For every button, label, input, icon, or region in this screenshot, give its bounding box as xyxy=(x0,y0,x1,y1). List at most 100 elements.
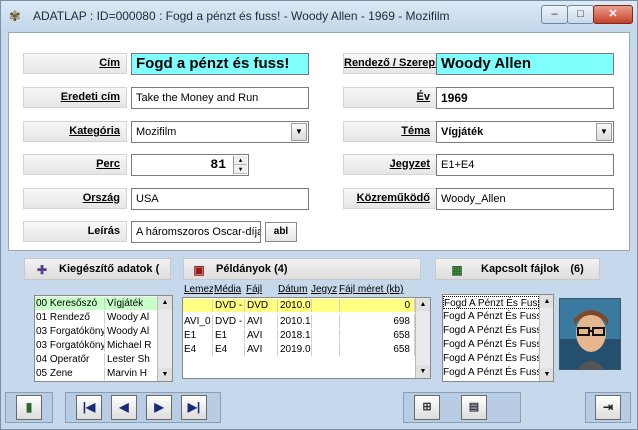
list-item[interactable]: 04 Operatőr Lester Sh xyxy=(35,353,158,366)
kategoria-label: Kategória xyxy=(23,121,127,142)
kiegeszito-header[interactable]: ✚ Kiegészítő adatok ( xyxy=(24,258,171,280)
scroll-down-icon[interactable]: ▼ xyxy=(158,368,172,381)
exit-icon[interactable]: ⇥ xyxy=(595,395,621,420)
scrollbar[interactable]: ▲ ▼ xyxy=(157,296,172,381)
list-item[interactable]: 01 Rendező Woody Al xyxy=(35,311,158,324)
abl-button[interactable]: abl xyxy=(265,222,297,242)
perc-stepper[interactable]: 81 ▲ ▼ xyxy=(131,154,249,176)
list-item-key: 04 Operatőr xyxy=(35,353,105,366)
scroll-down-icon[interactable]: ▼ xyxy=(540,368,553,381)
list-item[interactable]: Fogd A Pénzt És Fuss xyxy=(443,324,541,337)
last-record-icon[interactable]: ▶| xyxy=(181,395,207,420)
list-item[interactable]: Fogd A Pénzt És Fuss xyxy=(443,310,541,323)
list-item[interactable]: Fogd A Pénzt És Fuss xyxy=(443,296,542,309)
orszag-field[interactable]: USA xyxy=(131,188,309,210)
window-title: ADATLAP : ID=000080 : Fogd a pénzt és fu… xyxy=(33,9,450,23)
list-item[interactable]: Fogd A Pénzt És Fuss xyxy=(443,338,541,351)
kapcsolt-header[interactable]: ▦ Kapcsolt fájlok (6) xyxy=(435,258,600,280)
perc-label: Perc xyxy=(23,154,127,175)
cell-media: DVD - xyxy=(214,299,245,312)
kozremukodo-label: Közreműködő xyxy=(343,188,437,209)
kozremukodo-field[interactable]: Woody_Allen xyxy=(436,188,614,210)
thumbnail-image[interactable] xyxy=(559,298,621,370)
minimize-button[interactable]: – xyxy=(541,5,568,24)
table-row[interactable]: DVD - DVD 2010.0 0 xyxy=(183,299,415,312)
chevron-down-icon[interactable]: ▼ xyxy=(596,123,612,141)
list-item-value: Lester Sh xyxy=(106,353,158,366)
record-form: Cím Fogd a pénzt és fuss! Rendező / Szer… xyxy=(8,32,630,251)
list-item[interactable]: Fogd A Pénzt És Fuss xyxy=(443,366,541,379)
list-item-key: 03 Forgatókönyv xyxy=(36,325,105,338)
rendezo-field[interactable]: Woody Allen xyxy=(436,53,614,75)
film-icon: ▣ xyxy=(193,263,205,277)
perc-value: 81 xyxy=(210,157,226,172)
ev-field[interactable]: 1969 xyxy=(436,87,614,109)
col-jegyz[interactable]: Jegyz xyxy=(311,284,338,295)
peldanyok-table[interactable]: DVD - DVD 2010.0 0 AVI_0 DVD - AVI 2010.… xyxy=(182,297,431,379)
trash-icon[interactable]: ▮ xyxy=(16,395,42,420)
col-datum[interactable]: Dátum xyxy=(278,284,311,295)
list-item[interactable]: 05 Zene Marvin H xyxy=(35,367,158,380)
eredeti-cim-field[interactable]: Take the Money and Run xyxy=(131,87,309,109)
scroll-up-icon[interactable]: ▲ xyxy=(158,296,172,309)
cell-media: E1 xyxy=(214,329,245,342)
cell-fajl: DVD xyxy=(246,299,278,312)
leiras-field[interactable]: A háromszoros Oscar-díja xyxy=(131,221,261,243)
col-lemez[interactable]: Lemez xyxy=(184,284,213,295)
next-record-icon[interactable]: ▶ xyxy=(146,395,172,420)
table-row[interactable]: AVI_0 DVD - AVI 2010.1 698 xyxy=(183,315,415,328)
kategoria-value: Mozifilm xyxy=(136,126,177,138)
tema-label: Téma xyxy=(343,121,437,142)
table-row[interactable]: E1 E1 AVI 2018.1 658 xyxy=(183,329,415,342)
cell-jegyz xyxy=(313,315,340,328)
new-document-icon[interactable]: ⊞ xyxy=(414,395,440,420)
kategoria-select[interactable]: Mozifilm ▼ xyxy=(131,121,309,143)
kapcsolt-count: (6) xyxy=(570,263,584,275)
eredeti-cim-label: Eredeti cím xyxy=(23,87,127,108)
kiegeszito-list[interactable]: 00 Keresőszó Vígjáték 01 Rendező Woody A… xyxy=(34,295,173,382)
list-item-key: 00 Keresőszó xyxy=(35,297,105,310)
cell-datum: 2010.1 xyxy=(280,315,312,328)
cell-meret: 658 xyxy=(341,329,415,342)
adatlap-window: ✾ ADATLAP : ID=000080 : Fogd a pénzt és … xyxy=(0,0,638,430)
tema-select[interactable]: Vígjáték ▼ xyxy=(436,121,614,143)
prev-record-icon[interactable]: ◀ xyxy=(111,395,137,420)
cell-meret: 0 xyxy=(341,299,415,312)
rendezo-label: Rendező / Szereplő xyxy=(343,53,437,74)
list-item[interactable]: 03 Forgatókönyv Michael R xyxy=(35,339,158,352)
title-bar[interactable]: ✾ ADATLAP : ID=000080 : Fogd a pénzt és … xyxy=(1,1,637,31)
cim-field[interactable]: Fogd a pénzt és fuss! xyxy=(131,53,309,75)
scroll-up-icon[interactable]: ▲ xyxy=(540,295,553,308)
first-record-icon[interactable]: |◀ xyxy=(76,395,102,420)
cell-jegyz xyxy=(313,329,340,342)
cell-lemez: AVI_0 xyxy=(183,315,213,328)
scrollbar[interactable]: ▲ ▼ xyxy=(539,295,553,381)
list-item-value: Michael R xyxy=(106,339,158,352)
col-media[interactable]: Média xyxy=(214,284,243,295)
bottom-toolbar: ▮ |◀ ◀ ▶ ▶| ⊞ ▤ ⇥ xyxy=(1,387,637,429)
scroll-up-icon[interactable]: ▲ xyxy=(416,298,430,311)
col-fajl[interactable]: Fájl xyxy=(246,284,273,295)
list-item-key: 03 Forgatókönyv xyxy=(36,339,105,352)
leiras-label: Leírás xyxy=(23,221,127,242)
list-item[interactable]: 00 Keresőszó Vígjáték xyxy=(35,297,158,310)
spin-down-icon[interactable]: ▼ xyxy=(234,165,247,174)
spin-up-icon[interactable]: ▲ xyxy=(234,156,247,165)
table-row[interactable]: E4 E4 AVI 2019.0 658 xyxy=(183,343,415,356)
cell-meret: 658 xyxy=(341,343,415,356)
chevron-down-icon[interactable]: ▼ xyxy=(291,123,307,141)
list-item[interactable]: Fogd A Pénzt És Fuss xyxy=(443,352,541,365)
close-button[interactable]: ✕ xyxy=(593,5,633,24)
peldanyok-header[interactable]: ▣ Példányok (4) xyxy=(183,258,421,280)
scrollbar[interactable]: ▲ ▼ xyxy=(415,298,430,378)
spin-buttons[interactable]: ▲ ▼ xyxy=(233,156,247,174)
scroll-down-icon[interactable]: ▼ xyxy=(416,365,430,378)
jegyzet-field[interactable]: E1+E4 xyxy=(436,154,614,176)
col-meret[interactable]: Fájl méret (kb) xyxy=(339,284,411,295)
print-icon[interactable]: ▤ xyxy=(461,395,487,420)
list-item[interactable]: 03 Forgatókönyv Woody Al xyxy=(35,325,158,338)
cell-jegyz xyxy=(313,343,340,356)
maximize-button[interactable]: □ xyxy=(567,5,594,24)
kapcsolt-list[interactable]: Fogd A Pénzt És Fuss Fogd A Pénzt És Fus… xyxy=(442,294,554,382)
portrait-image xyxy=(560,299,620,369)
